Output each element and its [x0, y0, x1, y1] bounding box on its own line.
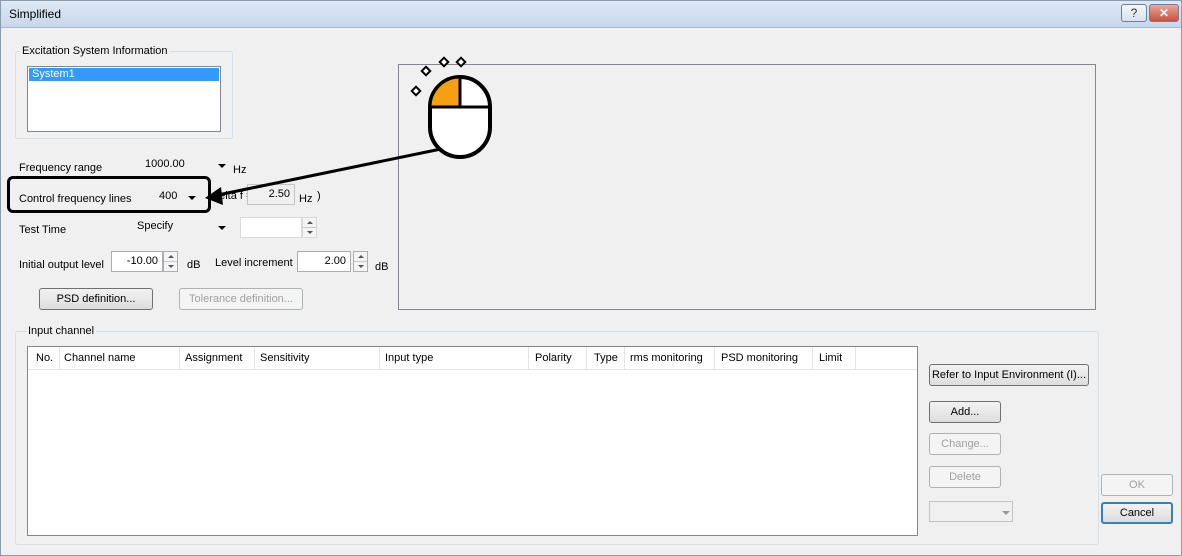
chevron-down-icon — [218, 226, 226, 230]
level-increment-unit: dB — [375, 261, 389, 273]
level-increment-field[interactable]: 2.00 — [297, 251, 351, 272]
add-button[interactable]: Add... — [929, 401, 1001, 423]
column-header[interactable]: Channel name — [64, 352, 136, 364]
initial-output-field[interactable]: -10.00 — [111, 251, 163, 272]
column-header[interactable]: Sensitivity — [260, 352, 310, 364]
column-header[interactable]: Polarity — [535, 352, 572, 364]
chevron-down-icon — [1002, 511, 1010, 515]
window-title: Simplified — [9, 7, 62, 21]
test-time-label: Test Time — [19, 224, 67, 236]
level-increment-label: Level increment — [215, 257, 293, 269]
help-button[interactable]: ? — [1121, 4, 1147, 22]
initial-output-unit: dB — [187, 259, 201, 271]
input-channel-group-label: Input channel — [26, 325, 97, 337]
change-button: Change... — [929, 433, 1001, 455]
channel-table[interactable]: No. Channel name Assignment Sensitivity … — [27, 346, 918, 536]
frequency-range-label: Frequency range — [19, 162, 103, 174]
column-header[interactable]: Type — [594, 352, 618, 364]
highlight-box — [7, 176, 211, 213]
refer-input-environment-button[interactable]: Refer to Input Environment (I)... — [929, 364, 1089, 386]
column-header[interactable]: No. — [36, 352, 53, 364]
column-header[interactable]: rms monitoring — [630, 352, 703, 364]
initial-output-spinner[interactable] — [163, 251, 178, 272]
psd-definition-button[interactable]: PSD definition... — [39, 288, 153, 310]
column-header[interactable]: PSD monitoring — [721, 352, 798, 364]
delete-button: Delete — [929, 466, 1001, 488]
ok-button: OK — [1101, 474, 1173, 496]
channel-combo — [929, 501, 1013, 522]
test-time-mode-value: Specify — [137, 220, 174, 232]
initial-output-value: -10.00 — [126, 255, 158, 267]
title-bar[interactable]: Simplified ? ✕ — [1, 1, 1181, 28]
initial-output-label: Initial output level — [19, 259, 104, 271]
column-header[interactable]: Limit — [819, 352, 842, 364]
dialog-window: Simplified ? ✕ Excitation System Informa… — [0, 0, 1182, 556]
frequency-range-value: 1000.00 — [145, 158, 185, 170]
close-button[interactable]: ✕ — [1149, 4, 1179, 22]
tolerance-definition-button: Tolerance definition... — [179, 288, 303, 310]
level-increment-value: 2.00 — [324, 255, 346, 267]
cancel-button[interactable]: Cancel — [1101, 502, 1173, 524]
mouse-left-click-icon — [410, 56, 492, 159]
column-header[interactable]: Input type — [385, 352, 433, 364]
channel-table-header: No. Channel name Assignment Sensitivity … — [28, 347, 917, 370]
excitation-group-label: Excitation System Information — [20, 45, 170, 57]
level-increment-spinner[interactable] — [353, 251, 368, 272]
column-header[interactable]: Assignment — [185, 352, 242, 364]
